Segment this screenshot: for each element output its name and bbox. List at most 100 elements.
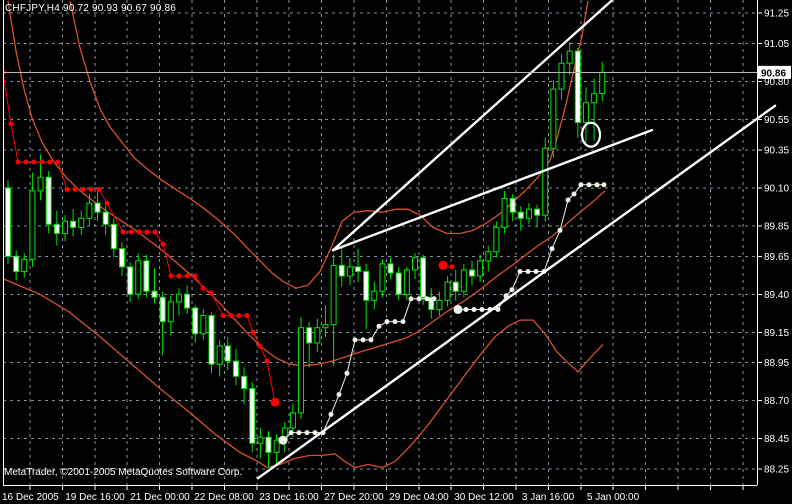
candle-body <box>118 248 125 268</box>
candle <box>485 245 492 272</box>
candle <box>102 206 109 235</box>
candle-body <box>45 176 52 225</box>
candle-body <box>477 260 484 277</box>
price-chart-canvas[interactable]: 91.2591.0590.8090.5590.3590.1089.8589.65… <box>0 0 792 504</box>
bollinger-bands <box>3 0 606 469</box>
candle-body <box>265 436 272 453</box>
y-tick-label: 90.10 <box>764 183 789 194</box>
psar-dot <box>424 296 430 302</box>
psar-dot <box>264 358 270 364</box>
candle <box>444 276 451 307</box>
candle <box>110 218 117 258</box>
candle-body <box>330 264 337 326</box>
candle-body <box>167 301 174 323</box>
psar-dot <box>72 186 78 192</box>
candle <box>363 263 370 330</box>
candle-body <box>558 62 565 90</box>
candle-body <box>444 281 451 301</box>
psar-dot <box>368 337 374 343</box>
x-tick-label: 21 Dec 00:00 <box>130 492 190 503</box>
candle-body <box>452 281 459 292</box>
candle-body <box>525 208 532 219</box>
candle <box>387 257 394 280</box>
psar-dot <box>220 313 226 319</box>
candle <box>550 79 557 158</box>
candle <box>53 210 60 246</box>
candle <box>468 260 475 286</box>
candle <box>249 382 256 453</box>
wedge-lower-line <box>331 128 654 252</box>
psar-dot <box>565 197 571 203</box>
x-tick-label: 29 Dec 04:00 <box>389 492 449 503</box>
candle-body <box>403 269 410 295</box>
candle <box>216 339 223 377</box>
candle-body <box>460 269 467 292</box>
psar-dot <box>208 290 214 296</box>
psar-dot <box>533 269 539 274</box>
candle-body <box>29 190 36 260</box>
candle <box>420 254 427 305</box>
psar-dot <box>257 343 263 349</box>
candle <box>460 263 467 298</box>
candle <box>599 61 606 102</box>
psar-dot <box>449 264 455 270</box>
chart-window: CHFJPY,H4 90.72 90.93 90.67 90.86 MetaTr… <box>0 0 792 504</box>
candle-body <box>159 296 166 323</box>
psar-dot <box>586 182 592 188</box>
candle <box>558 54 565 100</box>
candle <box>159 291 166 356</box>
psar-dot <box>160 241 166 247</box>
candle-body <box>550 88 557 149</box>
candle-body <box>208 315 215 365</box>
psar-dot <box>200 285 206 291</box>
psar-dot <box>352 337 358 343</box>
y-tick-label: 91.05 <box>764 39 789 50</box>
candle <box>61 215 68 242</box>
psar-dot <box>431 296 437 302</box>
candle-body <box>94 202 101 213</box>
x-tick-label: 27 Dec 20:00 <box>324 492 384 503</box>
candle-body <box>151 290 158 298</box>
psar-dot <box>312 430 318 436</box>
psar-dot <box>8 121 14 127</box>
psar-dot <box>384 319 390 325</box>
psar-dot <box>336 392 342 398</box>
psar-connector <box>458 184 604 310</box>
candle <box>143 254 150 298</box>
candle-body <box>420 257 427 298</box>
candle-body <box>517 211 524 219</box>
candle <box>192 304 199 343</box>
candle-body <box>192 307 199 335</box>
y-tick-label: 89.65 <box>764 252 789 263</box>
y-tick-label: 90.55 <box>764 115 789 126</box>
x-tick-label: 30 Dec 12:00 <box>454 492 514 503</box>
candle <box>232 348 239 386</box>
bollinger-middle-band <box>7 0 606 367</box>
candle <box>265 431 272 468</box>
psar-dot <box>509 287 515 293</box>
candle <box>135 253 142 299</box>
candle-body <box>574 50 581 124</box>
candle <box>118 242 125 277</box>
psar-dot <box>236 313 242 319</box>
candle-body <box>13 255 20 272</box>
candle <box>298 317 305 419</box>
candle-body <box>468 269 475 277</box>
candle <box>200 309 207 340</box>
y-tick-label: 88.95 <box>764 358 789 369</box>
psar-dot <box>64 186 70 192</box>
candle-body <box>127 266 134 295</box>
candle <box>70 209 77 237</box>
candles <box>5 41 606 468</box>
psar-dot <box>55 159 61 165</box>
candle-body <box>200 315 207 335</box>
psar-dot <box>517 269 523 274</box>
candle <box>151 268 158 304</box>
candle-body <box>110 223 117 250</box>
candle-body <box>298 327 305 414</box>
candle-body <box>355 266 362 272</box>
candle-body <box>216 345 223 365</box>
candle-body <box>143 260 150 292</box>
y-tick-label: 88.70 <box>764 396 789 407</box>
candle <box>167 295 174 336</box>
